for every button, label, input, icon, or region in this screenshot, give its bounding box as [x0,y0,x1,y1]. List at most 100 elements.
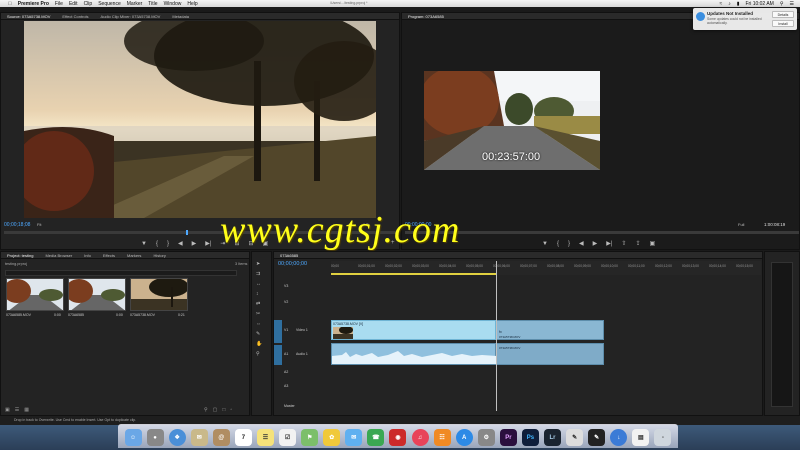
hand-tool-icon[interactable]: ✋ [256,341,262,347]
ripple-edit-tool-icon[interactable]: ↔ [256,281,262,287]
system-preferences-icon[interactable]: ⚙ [477,429,495,446]
tab-source[interactable]: Source: 073A5738.MOV [1,14,56,19]
step-forward-icon[interactable]: ▶| [205,240,211,247]
program-video-frame[interactable]: 00:23:57:00 [424,71,600,170]
messages-icon[interactable]: ✉ [345,429,363,446]
source-patch-v1[interactable] [274,320,282,343]
tab-info[interactable]: Info [78,253,97,258]
project-search-input[interactable] [5,270,237,276]
tab-sequence[interactable]: 073A6585 [274,253,304,258]
menu-app-name[interactable]: Premiere Pro [18,1,49,7]
rolling-edit-tool-icon[interactable]: ↕ [256,291,262,297]
program-go-to-in-icon[interactable]: } [568,241,570,247]
slip-tool-icon[interactable]: ⇔ [256,321,262,327]
extract-icon[interactable]: ⇪ [635,240,640,247]
program-play-icon[interactable]: ▶ [593,240,598,247]
reminders-icon[interactable]: ☑ [279,429,297,446]
program-step-back-icon[interactable]: ◀ [579,240,584,247]
preview-icon[interactable]: ✎ [566,429,584,446]
track-a3[interactable]: A3 [284,384,288,388]
work-area-bar[interactable] [331,273,496,275]
program-mark-in-icon[interactable]: ▼ [542,241,548,247]
menu-clip[interactable]: Clip [84,1,93,7]
tab-effect-controls[interactable]: Effect Controls [56,14,94,19]
mark-in-icon[interactable]: ▼ [141,241,147,247]
step-back-icon[interactable]: ◀ [178,240,183,247]
clapper-icon[interactable]: ✎ [588,429,606,446]
calendar-icon[interactable]: 7 [234,429,252,446]
menu-sequence[interactable]: Sequence [98,1,121,7]
list-icon[interactable]: ☰ [790,1,794,7]
selection-tool-icon[interactable]: ➤ [256,261,262,267]
notes-icon[interactable]: ☰ [257,429,274,446]
wifi-icon[interactable]: ≈ [719,1,722,7]
track-v2[interactable]: V2 [284,300,288,304]
timeline-playhead[interactable] [496,261,497,411]
tab-program[interactable]: Program: 073A6585 [402,14,450,19]
source-patch-a1[interactable] [274,345,282,365]
app-store-dock-icon[interactable]: A [455,429,473,446]
lift-icon[interactable]: ⇧ [621,240,626,247]
source-fit-select[interactable]: Fit [37,222,41,227]
maps-icon[interactable]: ⚑ [301,429,319,446]
program-resolution-select[interactable]: Full [738,222,744,227]
track-v3[interactable]: V3 [284,284,288,288]
track-a1[interactable]: A1 [284,352,288,356]
timeline-timecode[interactable]: 00;00;00;00 [278,261,307,267]
tab-history[interactable]: History [147,253,171,258]
trash-dock-icon[interactable]: ▫ [654,429,672,446]
menu-file[interactable]: File [55,1,63,7]
mark-out-icon[interactable]: { [156,241,158,247]
new-item-icon[interactable]: □ [222,407,225,413]
clip-item[interactable]: 073A6585.MOV 0:00 [6,278,64,317]
trash-icon[interactable]: ▫ [230,407,232,413]
program-mark-out-icon[interactable]: { [557,241,559,247]
zoom-tool-icon[interactable]: ⚲ [256,351,262,357]
video-clip-v1-second[interactable]: fx 073A5738.MOV [496,320,604,340]
source-timecode[interactable]: 00;00;18;08 [4,222,30,228]
razor-tool-icon[interactable]: ✂ [256,311,262,317]
list-view-icon[interactable]: ☰ [15,407,19,413]
battery-icon[interactable]: ▮ [737,1,740,7]
go-to-in-icon[interactable]: } [167,241,169,247]
audio-clip-a1-second[interactable]: 073A5738.MOV [496,343,604,365]
source-playhead[interactable] [186,230,188,235]
photo-booth-icon[interactable]: ◉ [389,429,407,446]
tab-project[interactable]: Project: testing [1,253,39,258]
downloads-icon[interactable]: ↓ [610,429,628,446]
apple-icon[interactable]:  [8,1,12,7]
details-button[interactable]: Details [772,11,794,18]
documents-icon[interactable]: ▤ [632,429,650,446]
source-video-frame[interactable] [24,21,376,218]
tab-audio-clip-mixer[interactable]: Audio Clip Mixer: 073A5738.MOV [95,14,167,19]
photos-icon[interactable]: ✿ [323,429,341,446]
program-step-forward-icon[interactable]: ▶| [606,240,612,247]
audio-clip-a1[interactable] [331,343,497,365]
track-v1[interactable]: V1 [284,328,288,332]
track-a2[interactable]: A2 [284,370,288,374]
program-export-frame-icon[interactable]: ▣ [649,240,655,247]
pen-tool-icon[interactable]: ✎ [256,331,262,337]
lightroom-icon[interactable]: Lr [544,429,562,446]
mail-icon[interactable]: ✉ [190,429,208,446]
menu-title[interactable]: Title [148,1,157,7]
search-bin-icon[interactable]: ⚲ [204,407,208,413]
menu-window[interactable]: Window [164,1,182,7]
menu-clock[interactable]: Fri 10:02 AM [745,1,773,7]
clip-item[interactable]: 073A6585 0:00 [68,278,126,317]
facetime-icon[interactable]: ☎ [367,429,385,446]
tab-media-browser[interactable]: Media Browser [39,253,78,258]
contacts-icon[interactable]: @ [212,429,230,446]
menu-edit[interactable]: Edit [69,1,78,7]
menu-marker[interactable]: Marker [127,1,143,7]
lock-icon[interactable]: ▣ [5,407,10,413]
volume-icon[interactable]: ♪ [728,1,731,7]
menu-help[interactable]: Help [187,1,197,7]
tab-effects[interactable]: Effects [97,253,121,258]
tab-metadata[interactable]: Metadata [166,14,195,19]
icon-view-icon[interactable]: ▦ [24,407,29,413]
new-bin-icon[interactable]: ▢ [213,407,218,413]
itunes-icon[interactable]: ♫ [411,429,429,446]
tab-markers[interactable]: Markers [121,253,147,258]
launchpad-icon[interactable]: ● [146,429,164,446]
